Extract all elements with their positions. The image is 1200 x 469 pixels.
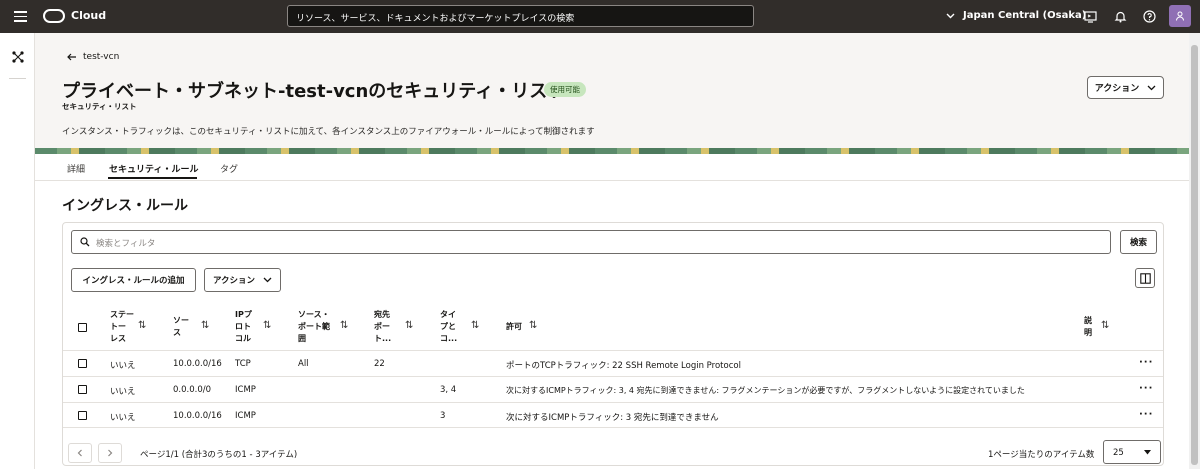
header-actions-label: アクション xyxy=(1094,84,1140,94)
sort-icon[interactable]: ⇅ xyxy=(1101,320,1109,331)
header-source[interactable]: ソー ス xyxy=(173,315,189,339)
sort-icon[interactable]: ⇅ xyxy=(201,320,209,331)
cell-allows: 次に対するICMPトラフィック: 3 宛先に到達できません xyxy=(506,413,719,423)
chevron-down-icon xyxy=(946,13,955,18)
previous-page-button[interactable] xyxy=(68,443,92,463)
cell-dest-port: 22 xyxy=(374,359,385,369)
tab-details[interactable]: 詳細 xyxy=(67,162,85,175)
page-title: プライベート・サブネット-test-vcnのセキュリティ・リスト xyxy=(62,81,566,102)
cell-stateless: いいえ xyxy=(110,413,136,423)
bell-icon[interactable] xyxy=(1114,10,1127,23)
networking-icon[interactable] xyxy=(12,51,24,63)
sort-icon[interactable]: ⇅ xyxy=(138,320,146,331)
row-checkbox[interactable] xyxy=(78,411,87,420)
chevron-right-icon xyxy=(108,449,113,457)
header-description[interactable]: 説 明 xyxy=(1084,315,1092,339)
header-allows[interactable]: 許可 xyxy=(506,321,522,333)
global-search-input[interactable]: リソース、サービス、ドキュメントおよびマーケットプレイスの検索 xyxy=(287,5,754,27)
search-button[interactable]: 検索 xyxy=(1120,230,1157,254)
select-all-checkbox[interactable] xyxy=(78,323,87,332)
header-type-code[interactable]: タイ プと コ... xyxy=(440,309,457,345)
breadcrumb-back-link[interactable]: test-vcn xyxy=(67,52,119,62)
ingress-rules-panel: 検索とフィルタ 検索 イングレス・ルールの追加 アクション ステー トー レス … xyxy=(62,222,1164,466)
section-title: イングレス・ルール xyxy=(62,198,188,214)
page-scrollbar[interactable] xyxy=(1189,33,1200,469)
chevron-down-icon xyxy=(263,277,272,283)
cloud-shell-icon[interactable] xyxy=(1084,10,1097,23)
cell-protocol: ICMP xyxy=(235,411,256,421)
page-description: インスタンス・トラフィックは、このセキュリティ・リストに加えて、各インスタンス上… xyxy=(62,127,595,137)
row-actions-menu-icon[interactable]: ··· xyxy=(1139,383,1153,394)
table-row[interactable]: いいえ 10.0.0.0/16 ICMP 3 次に対するICMPトラフィック: … xyxy=(63,402,1163,428)
tab-security-rules[interactable]: セキュリティ・ルール xyxy=(109,162,198,175)
cell-allows: 次に対するICMPトラフィック: 3, 4 宛先に到達できません: フラグメンテ… xyxy=(506,386,1025,395)
back-link-label: test-vcn xyxy=(83,52,120,62)
cell-type-code: 3 xyxy=(440,411,446,421)
header-ip-protocol[interactable]: IPプ ロト コル xyxy=(235,309,252,345)
cloud-brand-label[interactable]: Cloud xyxy=(71,9,106,22)
cell-source: 10.0.0.0/16 xyxy=(173,359,222,369)
sort-icon[interactable]: ⇅ xyxy=(405,320,413,331)
table-row[interactable]: いいえ 0.0.0.0/0 ICMP 3, 4 次に対するICMPトラフィック:… xyxy=(63,376,1163,402)
add-ingress-rule-button[interactable]: イングレス・ルールの追加 xyxy=(71,268,196,292)
table-row[interactable]: いいえ 10.0.0.0/16 TCP All 22 ポートのTCPトラフィック… xyxy=(63,350,1163,376)
sort-icon[interactable]: ⇅ xyxy=(471,320,479,331)
row-checkbox[interactable] xyxy=(78,359,87,368)
filter-search-input[interactable]: 検索とフィルタ xyxy=(71,230,1111,254)
columns-icon xyxy=(1140,273,1151,284)
header-actions-button[interactable]: アクション xyxy=(1087,76,1164,99)
cell-stateless: いいえ xyxy=(110,361,136,371)
arrow-left-icon xyxy=(67,53,76,61)
user-icon xyxy=(1176,11,1184,21)
active-tab-indicator xyxy=(108,177,197,179)
cell-protocol: TCP xyxy=(235,359,251,369)
cell-source-port: All xyxy=(298,359,309,369)
cell-allows: ポートのTCPトラフィック: 22 SSH Remote Login Proto… xyxy=(506,361,741,371)
search-icon xyxy=(80,237,90,247)
items-per-page-select[interactable]: 25 xyxy=(1103,440,1161,464)
top-navigation-bar: Cloud リソース、サービス、ドキュメントおよびマーケットプレイスの検索 Ja… xyxy=(0,0,1200,33)
tab-bar: 詳細 セキュリティ・ルール タグ xyxy=(35,154,1189,181)
cell-protocol: ICMP xyxy=(235,385,256,395)
left-rail xyxy=(0,33,35,469)
column-settings-button[interactable] xyxy=(1135,268,1155,288)
header-dest-port[interactable]: 宛先 ポー ト... xyxy=(374,309,391,345)
cell-type-code: 3, 4 xyxy=(440,385,457,395)
items-per-page-label: 1ページ当たりのアイテム数 xyxy=(988,450,1095,460)
user-avatar[interactable] xyxy=(1169,5,1191,27)
help-icon[interactable] xyxy=(1143,10,1156,23)
chevron-down-icon xyxy=(1147,85,1156,90)
row-checkbox[interactable] xyxy=(78,385,87,394)
sort-icon[interactable]: ⇅ xyxy=(529,320,537,331)
caret-down-icon xyxy=(1144,450,1151,455)
region-label: Japan Central (Osaka) xyxy=(963,10,1087,21)
sort-icon[interactable]: ⇅ xyxy=(263,320,271,331)
oracle-logo[interactable] xyxy=(43,9,65,23)
table-actions-label: アクション xyxy=(212,276,256,286)
cell-source: 10.0.0.0/16 xyxy=(173,411,222,421)
row-actions-menu-icon[interactable]: ··· xyxy=(1139,409,1153,420)
region-selector[interactable]: Japan Central (Osaka) xyxy=(946,10,1086,21)
header-stateless[interactable]: ステー トー レス xyxy=(110,309,134,345)
scrollbar-thumb[interactable] xyxy=(1191,45,1198,465)
sort-icon[interactable]: ⇅ xyxy=(340,320,348,331)
items-per-page-value: 25 xyxy=(1113,448,1124,458)
next-page-button[interactable] xyxy=(98,443,122,463)
table-actions-button[interactable]: アクション xyxy=(204,268,281,292)
pagination-info: ページ1/1 (合計3のうちの1 - 3アイテム) xyxy=(140,450,298,460)
tab-tags[interactable]: タグ xyxy=(220,162,238,175)
cell-source: 0.0.0.0/0 xyxy=(173,385,212,395)
cell-stateless: いいえ xyxy=(110,387,136,397)
header-source-port[interactable]: ソース・ ポート範 囲 xyxy=(298,309,330,345)
rail-divider xyxy=(9,78,26,79)
chevron-left-icon xyxy=(77,449,82,457)
filter-search-placeholder: 検索とフィルタ xyxy=(96,239,156,249)
hamburger-menu-icon[interactable] xyxy=(14,11,27,22)
page-subtitle: セキュリティ・リスト xyxy=(62,102,137,111)
status-badge: 使用可能 xyxy=(544,82,586,97)
row-actions-menu-icon[interactable]: ··· xyxy=(1139,357,1153,368)
page-header: test-vcn プライベート・サブネット-test-vcnのセキュリティ・リス… xyxy=(35,33,1189,148)
